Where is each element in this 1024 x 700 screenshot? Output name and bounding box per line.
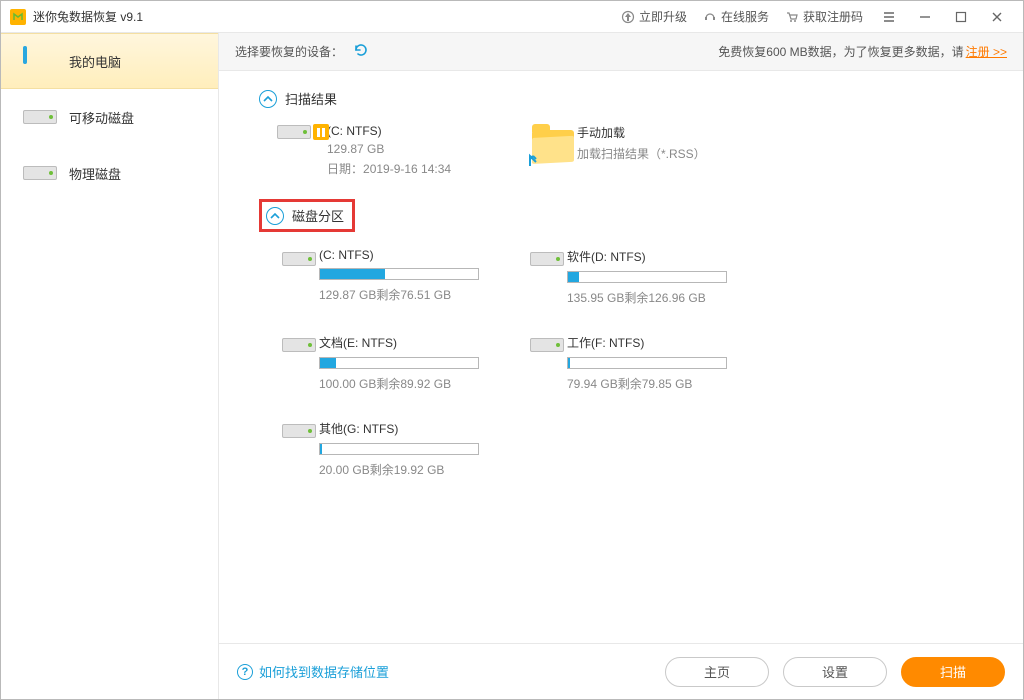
minimize-icon: [919, 11, 931, 23]
section-title: 扫描结果: [285, 89, 337, 108]
refresh-icon: [353, 42, 369, 58]
usage-bar: [567, 357, 727, 369]
partition-item[interactable]: 工作(F: NTFS) 79.94 GB剩余79.85 GB: [527, 334, 765, 392]
select-device-label: 选择要恢复的设备：: [235, 43, 343, 60]
sidebar-item-label: 物理磁盘: [69, 164, 121, 183]
maximize-icon: [955, 11, 967, 23]
usage-bar: [319, 357, 479, 369]
drive-icon: [23, 104, 57, 130]
chevron-up-icon: [266, 207, 284, 225]
drive-icon: [23, 160, 57, 186]
section-scan-results-header[interactable]: 扫描结果: [259, 89, 1013, 108]
upgrade-icon: [621, 10, 635, 24]
upgrade-label: 立即升级: [639, 8, 687, 25]
main-area: 我的电脑 可移动磁盘 物理磁盘 选择要恢复的设备： 免费恢复600 MB数据，为…: [1, 33, 1023, 699]
usage-bar: [319, 268, 479, 280]
sidebar-item-label: 可移动磁盘: [69, 108, 134, 127]
partition-info: 79.94 GB剩余79.85 GB: [567, 375, 765, 392]
section-title: 磁盘分区: [292, 206, 344, 225]
online-service-label: 在线服务: [721, 8, 769, 25]
register-link[interactable]: 注册 >>: [966, 45, 1007, 59]
folder-icon: [529, 124, 577, 164]
drive-icon: [279, 420, 319, 478]
cart-icon: [785, 10, 799, 24]
partition-info: 100.00 GB剩余89.92 GB: [319, 375, 517, 392]
partition-info: 20.00 GB剩余19.92 GB: [319, 461, 517, 478]
app-icon: [9, 8, 27, 26]
settings-button[interactable]: 设置: [783, 657, 887, 687]
scan-result-item[interactable]: (C: NTFS) 129.87 GB 日期：2019-9-16 14:34: [279, 124, 519, 177]
manual-load-subtitle: 加载扫描结果（*.RSS）: [577, 145, 706, 162]
minimize-button[interactable]: [907, 1, 943, 32]
hamburger-icon: [883, 11, 895, 23]
sidebar-item-physical-disk[interactable]: 物理磁盘: [1, 145, 218, 201]
partition-name: 软件(D: NTFS): [567, 248, 765, 265]
help-link-label: 如何找到数据存储位置: [259, 662, 389, 681]
drive-icon: [527, 248, 567, 306]
title-bar: 迷你兔数据恢复 v9.1 立即升级 在线服务 获取注册码: [1, 1, 1023, 33]
scan-item-date: 日期：2019-9-16 14:34: [327, 160, 451, 177]
info-bar: 选择要恢复的设备： 免费恢复600 MB数据，为了恢复更多数据，请注册 >>: [219, 33, 1023, 71]
partition-name: 工作(F: NTFS): [567, 334, 765, 351]
section-disk-partitions-header[interactable]: 磁盘分区: [259, 199, 355, 232]
partition-item[interactable]: 软件(D: NTFS) 135.95 GB剩余126.96 GB: [527, 248, 765, 306]
home-button[interactable]: 主页: [665, 657, 769, 687]
partition-info: 129.87 GB剩余76.51 GB: [319, 286, 517, 303]
partition-grid: (C: NTFS) 129.87 GB剩余76.51 GB 软件(D: NTFS) 1…: [279, 248, 1013, 506]
partition-name: 其他(G: NTFS): [319, 420, 517, 437]
scan-results-row: (C: NTFS) 129.87 GB 日期：2019-9-16 14:34 手…: [279, 124, 1013, 177]
drive-icon: [279, 334, 319, 392]
pause-badge-icon: [313, 124, 329, 140]
scan-button[interactable]: 扫描: [901, 657, 1005, 687]
partition-item[interactable]: 其他(G: NTFS) 20.00 GB剩余19.92 GB: [279, 420, 517, 478]
help-link[interactable]: ? 如何找到数据存储位置: [237, 662, 389, 681]
partition-item[interactable]: (C: NTFS) 129.87 GB剩余76.51 GB: [279, 248, 517, 306]
partition-item[interactable]: 文档(E: NTFS) 100.00 GB剩余89.92 GB: [279, 334, 517, 392]
promo-prefix: 免费恢复600 MB数据，为了恢复更多数据，请: [718, 45, 963, 59]
scan-item-name: (C: NTFS): [327, 124, 451, 138]
upgrade-button[interactable]: 立即升级: [613, 1, 695, 32]
refresh-button[interactable]: [353, 42, 369, 61]
drive-icon: [279, 248, 319, 306]
monitor-icon: [23, 48, 57, 74]
scan-item-size: 129.87 GB: [327, 142, 451, 156]
sidebar: 我的电脑 可移动磁盘 物理磁盘: [1, 33, 219, 699]
sidebar-item-removable-disk[interactable]: 可移动磁盘: [1, 89, 218, 145]
drive-icon: [527, 334, 567, 392]
maximize-button[interactable]: [943, 1, 979, 32]
manual-load-title: 手动加载: [577, 124, 706, 141]
usage-bar: [567, 271, 727, 283]
partition-name: (C: NTFS): [319, 248, 517, 262]
help-icon: ?: [237, 664, 253, 680]
get-reg-code-button[interactable]: 获取注册码: [777, 1, 871, 32]
app-title: 迷你兔数据恢复 v9.1: [33, 8, 143, 25]
promo-text: 免费恢复600 MB数据，为了恢复更多数据，请注册 >>: [718, 43, 1007, 60]
drive-icon: [279, 124, 327, 140]
menu-button[interactable]: [871, 1, 907, 32]
sidebar-item-label: 我的电脑: [69, 52, 121, 71]
footer-bar: ? 如何找到数据存储位置 主页 设置 扫描: [219, 643, 1023, 699]
content-area: 选择要恢复的设备： 免费恢复600 MB数据，为了恢复更多数据，请注册 >> 扫…: [219, 33, 1023, 699]
get-reg-code-label: 获取注册码: [803, 8, 863, 25]
close-icon: [991, 11, 1003, 23]
chevron-up-icon: [259, 90, 277, 108]
usage-bar: [319, 443, 479, 455]
manual-load-item[interactable]: 手动加载 加载扫描结果（*.RSS）: [529, 124, 769, 177]
sidebar-item-my-computer[interactable]: 我的电脑: [1, 33, 218, 89]
partition-name: 文档(E: NTFS): [319, 334, 517, 351]
online-service-button[interactable]: 在线服务: [695, 1, 777, 32]
content-scroll: 扫描结果 (C: NTFS) 129.87 GB 日期：2019-9-16 14…: [219, 71, 1023, 643]
close-button[interactable]: [979, 1, 1015, 32]
headset-icon: [703, 10, 717, 24]
partition-info: 135.95 GB剩余126.96 GB: [567, 289, 765, 306]
